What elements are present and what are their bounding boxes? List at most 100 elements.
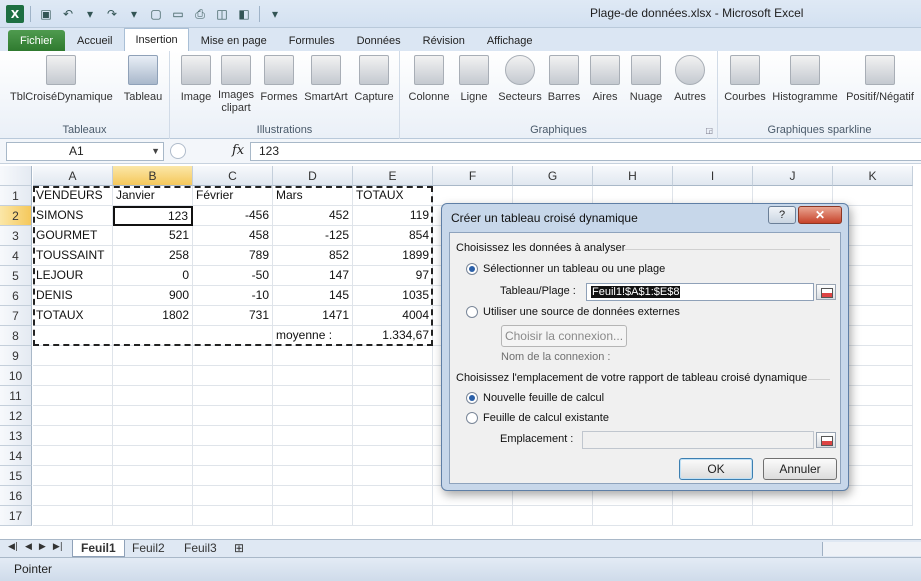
- cell-a3[interactable]: GOURMET: [33, 226, 113, 246]
- clipart-button[interactable]: Images clipart: [216, 55, 256, 115]
- radio-select-table-label[interactable]: Sélectionner un tableau ou une plage: [483, 263, 665, 275]
- cell-c5[interactable]: -50: [193, 266, 273, 286]
- column-header-d[interactable]: D: [273, 166, 353, 186]
- cell-b4[interactable]: 258: [113, 246, 193, 266]
- cell-c6[interactable]: -10: [193, 286, 273, 306]
- column-header-a[interactable]: A: [33, 166, 113, 186]
- row-header-16[interactable]: 16: [0, 486, 32, 506]
- cell-c7[interactable]: 731: [193, 306, 273, 326]
- cell-b10[interactable]: [113, 366, 193, 386]
- cell-a15[interactable]: [33, 466, 113, 486]
- row-header-2[interactable]: 2: [0, 206, 32, 226]
- smartart-button[interactable]: SmartArt: [302, 55, 350, 104]
- formula-input[interactable]: 123: [250, 142, 921, 161]
- row-header-15[interactable]: 15: [0, 466, 32, 486]
- cell-c16[interactable]: [193, 486, 273, 506]
- cell-e11[interactable]: [353, 386, 433, 406]
- chevron-down-icon[interactable]: ▼: [151, 143, 160, 160]
- cell-d5[interactable]: 147: [273, 266, 353, 286]
- row-header-14[interactable]: 14: [0, 446, 32, 466]
- column-header-j[interactable]: J: [753, 166, 833, 186]
- cell-d10[interactable]: [273, 366, 353, 386]
- cell-a1[interactable]: VENDEURS: [33, 186, 113, 206]
- area-chart-button[interactable]: Aires: [588, 55, 622, 104]
- sheet-tab-feuil2[interactable]: Feuil2: [124, 540, 173, 557]
- cell-e9[interactable]: [353, 346, 433, 366]
- dialog-launcher-icon[interactable]: ◲: [705, 126, 713, 135]
- row-header-6[interactable]: 6: [0, 286, 32, 306]
- prev-sheet-icon[interactable]: ◀: [25, 542, 32, 552]
- sheet-tab-feuil3[interactable]: Feuil3: [176, 540, 225, 557]
- screenshot-button[interactable]: Capture: [352, 55, 396, 104]
- save-icon[interactable]: ▣: [37, 5, 55, 23]
- cell-j17[interactable]: [753, 506, 833, 526]
- radio-select-table[interactable]: [466, 263, 478, 275]
- row-header-1[interactable]: 1: [0, 186, 32, 206]
- cell-e3[interactable]: 854: [353, 226, 433, 246]
- bar-chart-button[interactable]: Barres: [546, 55, 582, 104]
- cell-a10[interactable]: [33, 366, 113, 386]
- cell-c13[interactable]: [193, 426, 273, 446]
- cell-d11[interactable]: [273, 386, 353, 406]
- redo-dropdown-icon[interactable]: ▾: [125, 5, 143, 23]
- cell-d1[interactable]: Mars: [273, 186, 353, 206]
- cell-b13[interactable]: [113, 426, 193, 446]
- cell-e16[interactable]: [353, 486, 433, 506]
- cell-d17[interactable]: [273, 506, 353, 526]
- cell-c17[interactable]: [193, 506, 273, 526]
- cell-a13[interactable]: [33, 426, 113, 446]
- column-chart-button[interactable]: Colonne: [406, 55, 452, 104]
- cell-a8[interactable]: [33, 326, 113, 346]
- column-header-k[interactable]: K: [833, 166, 913, 186]
- cell-a4[interactable]: TOUSSAINT: [33, 246, 113, 266]
- help-button[interactable]: ?: [768, 206, 796, 224]
- column-header-c[interactable]: C: [193, 166, 273, 186]
- cell-e1[interactable]: TOTAUX: [353, 186, 433, 206]
- cell-d7[interactable]: 1471: [273, 306, 353, 326]
- insert-sheet-icon[interactable]: ⊞: [226, 540, 252, 557]
- cell-e17[interactable]: [353, 506, 433, 526]
- row-header-7[interactable]: 7: [0, 306, 32, 326]
- cell-e5[interactable]: 97: [353, 266, 433, 286]
- image-button[interactable]: Image: [176, 55, 216, 104]
- customize-qat-icon[interactable]: ▾: [266, 5, 284, 23]
- column-header-g[interactable]: G: [513, 166, 593, 186]
- table-button[interactable]: Tableau: [120, 55, 166, 104]
- cell-d12[interactable]: [273, 406, 353, 426]
- cell-d8[interactable]: moyenne :: [273, 326, 353, 346]
- tab-affichage[interactable]: Affichage: [477, 30, 543, 51]
- row-header-8[interactable]: 8: [0, 326, 32, 346]
- sparkline-column-button[interactable]: Histogramme: [772, 55, 838, 104]
- cell-c9[interactable]: [193, 346, 273, 366]
- cell-a14[interactable]: [33, 446, 113, 466]
- cell-d13[interactable]: [273, 426, 353, 446]
- cell-a7[interactable]: TOTAUX: [33, 306, 113, 326]
- tab-fichier[interactable]: Fichier: [8, 30, 66, 51]
- cell-e2[interactable]: 119: [353, 206, 433, 226]
- tab-formules[interactable]: Formules: [279, 30, 345, 51]
- redo-icon[interactable]: ↷: [103, 5, 121, 23]
- tab-insertion[interactable]: Insertion: [124, 28, 189, 51]
- cell-e14[interactable]: [353, 446, 433, 466]
- cell-b9[interactable]: [113, 346, 193, 366]
- other-charts-button[interactable]: Autres: [670, 55, 710, 104]
- row-header-13[interactable]: 13: [0, 426, 32, 446]
- row-header-5[interactable]: 5: [0, 266, 32, 286]
- undo-dropdown-icon[interactable]: ▾: [81, 5, 99, 23]
- ok-button[interactable]: OK: [679, 458, 753, 480]
- cell-e10[interactable]: [353, 366, 433, 386]
- tab-mise-en-page[interactable]: Mise en page: [191, 30, 277, 51]
- cell-b15[interactable]: [113, 466, 193, 486]
- cell-a16[interactable]: [33, 486, 113, 506]
- range-collapse-icon[interactable]: [816, 284, 836, 300]
- cell-d14[interactable]: [273, 446, 353, 466]
- pie-chart-button[interactable]: Secteurs: [496, 55, 544, 104]
- column-header-b[interactable]: B: [113, 166, 193, 186]
- cell-a17[interactable]: [33, 506, 113, 526]
- format-painter-icon[interactable]: ◧: [235, 5, 253, 23]
- column-header-i[interactable]: I: [673, 166, 753, 186]
- cell-b6[interactable]: 900: [113, 286, 193, 306]
- range-input[interactable]: Feuil1!$A$1:$E$8: [586, 283, 814, 301]
- cell-b16[interactable]: [113, 486, 193, 506]
- tab-donnees[interactable]: Données: [347, 30, 411, 51]
